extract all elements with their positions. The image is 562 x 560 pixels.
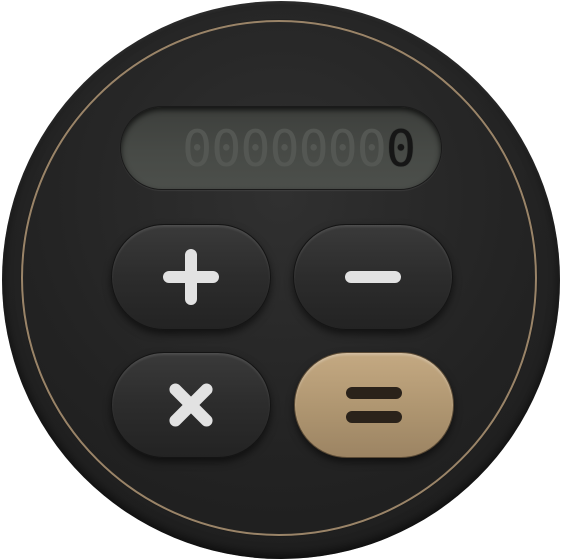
equals-icon [346,387,402,423]
display-digits: 0000000 0 [182,120,416,178]
equals-button[interactable] [294,352,454,458]
minus-icon [345,271,401,283]
calculator-widget: 0000000 0 [0,0,562,560]
add-button[interactable] [111,224,271,330]
calculator-ring [21,20,537,536]
times-icon [169,383,213,427]
multiply-button[interactable] [111,352,271,458]
display-ghost-digits: 0000000 [182,120,387,178]
display-value: 0 [385,120,416,178]
subtract-button[interactable] [293,224,453,330]
plus-icon [163,249,219,305]
display-screen: 0000000 0 [120,106,442,190]
